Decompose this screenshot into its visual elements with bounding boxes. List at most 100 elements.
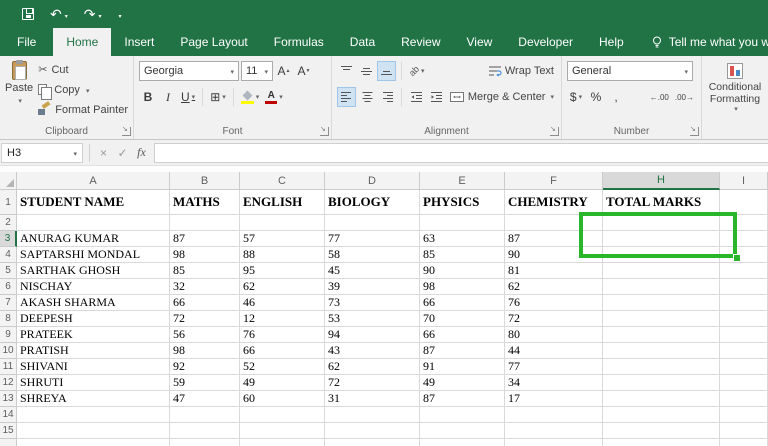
cell-H11[interactable] [603,359,720,375]
cell-A13[interactable]: SHREYA [17,391,170,407]
col-header-I[interactable]: I [720,172,768,190]
italic-button[interactable]: I [159,87,177,107]
cell-F15[interactable] [505,423,603,439]
cell-F10[interactable]: 44 [505,343,603,359]
row-header-13[interactable]: 13 [0,391,17,407]
row-header-10[interactable]: 10 [0,343,17,359]
cell-C10[interactable]: 66 [240,343,325,359]
cell-B2[interactable] [170,215,240,231]
row-header-5[interactable]: 5 [0,263,17,279]
cancel-button[interactable]: × [94,146,113,160]
cell-B5[interactable]: 85 [170,263,240,279]
cell-F2[interactable] [505,215,603,231]
undo-button[interactable]: ↶ [50,7,68,21]
cell-H9[interactable] [603,327,720,343]
decrease-decimal-button[interactable]: .00→ [673,87,696,107]
cell-B6[interactable]: 32 [170,279,240,295]
tab-developer[interactable]: Developer [505,28,586,56]
cell-C5[interactable]: 95 [240,263,325,279]
row-header-2[interactable]: 2 [0,215,17,231]
alignment-dialog-launcher[interactable] [550,127,559,136]
enter-button[interactable]: ✓ [113,146,132,160]
cell-C3[interactable]: 57 [240,231,325,247]
col-header-A[interactable]: A [17,172,170,190]
cell-C13[interactable]: 60 [240,391,325,407]
cell-D2[interactable] [325,215,420,231]
cell-B12[interactable]: 59 [170,375,240,391]
fill-handle[interactable] [733,254,741,262]
cell-D5[interactable]: 45 [325,263,420,279]
cell-I13[interactable] [720,391,768,407]
cell-D4[interactable]: 58 [325,247,420,263]
cell-I6[interactable] [720,279,768,295]
cell-E14[interactable] [420,407,505,423]
cell-F12[interactable]: 34 [505,375,603,391]
col-header-D[interactable]: D [325,172,420,190]
paste-button[interactable]: Paste [5,60,33,121]
tab-formulas[interactable]: Formulas [261,28,337,56]
align-left-button[interactable] [337,87,356,107]
cell-I16[interactable] [720,439,768,446]
cell-A12[interactable]: SHRUTI [17,375,170,391]
cut-button[interactable]: ✂ Cut [38,60,128,79]
cell-E16[interactable] [420,439,505,446]
row-header-4[interactable]: 4 [0,247,17,263]
cell-D10[interactable]: 43 [325,343,420,359]
merge-center-button[interactable]: Merge & Center [449,91,556,103]
cell-A2[interactable] [17,215,170,231]
conditional-formatting-button[interactable]: Conditional Formatting [707,60,763,113]
cell-A6[interactable]: NISCHAY [17,279,170,295]
cell-H15[interactable] [603,423,720,439]
cell-H4[interactable] [603,247,720,263]
cell-I1[interactable] [720,190,768,215]
cell-C1[interactable]: ENGLISH [240,190,325,215]
cell-H8[interactable] [603,311,720,327]
cell-I14[interactable] [720,407,768,423]
col-header-F[interactable]: F [505,172,603,190]
cell-F9[interactable]: 80 [505,327,603,343]
row-header-15[interactable]: 15 [0,423,17,439]
cell-A1[interactable]: STUDENT NAME [17,190,170,215]
cell-I3[interactable] [720,231,768,247]
cell-F14[interactable] [505,407,603,423]
cell-E6[interactable]: 98 [420,279,505,295]
cell-I2[interactable] [720,215,768,231]
cell-A10[interactable]: PRATISH [17,343,170,359]
top-align-button[interactable] [337,61,355,81]
tab-home[interactable]: Home [53,28,111,56]
cell-A3[interactable]: ANURAG KUMAR [17,231,170,247]
cell-E3[interactable]: 63 [420,231,505,247]
cell-F3[interactable]: 87 [505,231,603,247]
copy-button[interactable]: Copy [38,80,128,99]
row-header-9[interactable]: 9 [0,327,17,343]
cell-C12[interactable]: 49 [240,375,325,391]
cell-D13[interactable]: 31 [325,391,420,407]
save-button[interactable] [22,8,34,20]
row-header-16[interactable] [0,439,17,446]
cell-F6[interactable]: 62 [505,279,603,295]
cell-H10[interactable] [603,343,720,359]
cell-E9[interactable]: 66 [420,327,505,343]
number-format-select[interactable]: General [567,61,693,81]
cell-E15[interactable] [420,423,505,439]
col-header-E[interactable]: E [420,172,505,190]
tab-data[interactable]: Data [337,28,388,56]
cell-C14[interactable] [240,407,325,423]
cell-I11[interactable] [720,359,768,375]
cell-A9[interactable]: PRATEEK [17,327,170,343]
cell-H6[interactable] [603,279,720,295]
align-center-button[interactable] [358,87,376,107]
cell-C6[interactable]: 62 [240,279,325,295]
cell-H1[interactable]: TOTAL MARKS [603,190,720,215]
cell-I7[interactable] [720,295,768,311]
bold-button[interactable]: B [139,87,157,107]
cell-D11[interactable]: 62 [325,359,420,375]
select-all-corner[interactable] [0,172,17,190]
cell-C8[interactable]: 12 [240,311,325,327]
increase-decimal-button[interactable]: ←.00 [648,87,671,107]
cell-D1[interactable]: BIOLOGY [325,190,420,215]
cell-A7[interactable]: AKASH SHARMA [17,295,170,311]
increase-indent-button[interactable] [427,87,445,107]
cell-C15[interactable] [240,423,325,439]
cell-D16[interactable] [325,439,420,446]
